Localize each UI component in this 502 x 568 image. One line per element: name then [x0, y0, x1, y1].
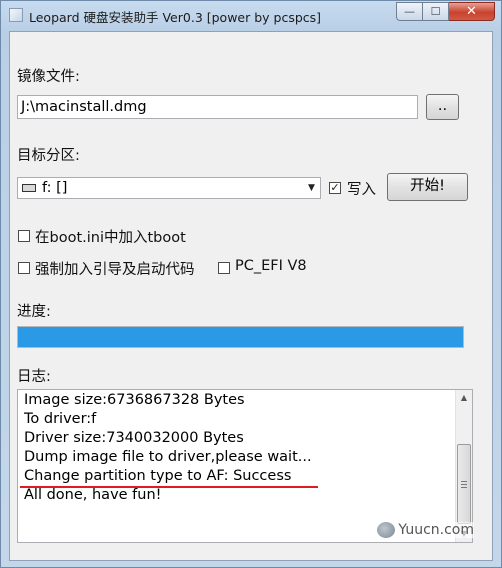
browse-button[interactable]: ..	[426, 94, 459, 120]
log-line: Change partition type to AF: Success	[24, 468, 292, 484]
log-line: All done, have fun!	[24, 487, 162, 503]
app-icon	[9, 8, 23, 22]
log-label: 日志:	[17, 369, 51, 385]
close-button[interactable]: ✕	[449, 2, 495, 21]
window-title: Leopard 硬盘安装助手 Ver0.3 [power by pcspcs]	[29, 10, 322, 25]
watermark-text: Yuucn.com	[398, 522, 474, 538]
log-line: To driver:f	[24, 411, 97, 427]
write-checkbox[interactable]: ✓	[329, 182, 341, 194]
scrollbar-thumb[interactable]	[457, 444, 471, 524]
progress-bar	[17, 326, 464, 348]
log-line: Image size:6736867328 Bytes	[24, 392, 245, 408]
progress-bar-fill	[18, 327, 463, 347]
boot-ini-checkbox[interactable]	[18, 230, 30, 242]
chevron-down-icon[interactable]: ▼	[303, 178, 320, 198]
image-file-input[interactable]: J:\macinstall.dmg	[17, 95, 418, 119]
partition-dropdown[interactable]: f: [] ▼	[17, 177, 321, 199]
maximize-button[interactable]: ☐	[423, 2, 449, 21]
progress-label: 进度:	[17, 304, 51, 320]
app-window: Leopard 硬盘安装助手 Ver0.3 [power by pcspcs] …	[0, 0, 502, 568]
watermark: Yuucn.com	[377, 522, 474, 538]
window-controls: — ☐ ✕	[396, 2, 495, 21]
write-checkbox-label: 写入	[347, 182, 376, 198]
partition-dropdown-value: f: []	[42, 180, 68, 196]
highlight-underline	[20, 486, 318, 488]
log-scrollbar[interactable]: ▲ ▼	[455, 390, 472, 542]
client-area: 镜像文件: J:\macinstall.dmg .. 目标分区: f: [] ▼…	[9, 31, 493, 561]
scroll-up-arrow-icon[interactable]: ▲	[456, 390, 472, 406]
start-button[interactable]: 开始!	[387, 173, 468, 201]
target-partition-label: 目标分区:	[17, 148, 80, 164]
force-boot-checkbox-label: 强制加入引导及启动代码	[35, 262, 195, 278]
minimize-button[interactable]: —	[396, 2, 423, 21]
log-textarea[interactable]: Image size:6736867328 Bytes To driver:f Dr…	[17, 389, 473, 543]
title-bar[interactable]: Leopard 硬盘安装助手 Ver0.3 [power by pcspcs] …	[1, 1, 501, 31]
pc-efi-checkbox[interactable]	[218, 262, 230, 274]
boot-ini-checkbox-label: 在boot.ini中加入tboot	[35, 230, 186, 246]
pc-efi-checkbox-label: PC_EFI V8	[235, 258, 307, 274]
force-boot-checkbox[interactable]	[18, 262, 30, 274]
watermark-logo-icon	[377, 522, 396, 538]
image-file-label: 镜像文件:	[17, 69, 80, 85]
drive-icon	[22, 184, 36, 192]
log-line: Dump image file to driver,please wait...	[24, 449, 312, 465]
log-line: Driver size:7340032000 Bytes	[24, 430, 244, 446]
